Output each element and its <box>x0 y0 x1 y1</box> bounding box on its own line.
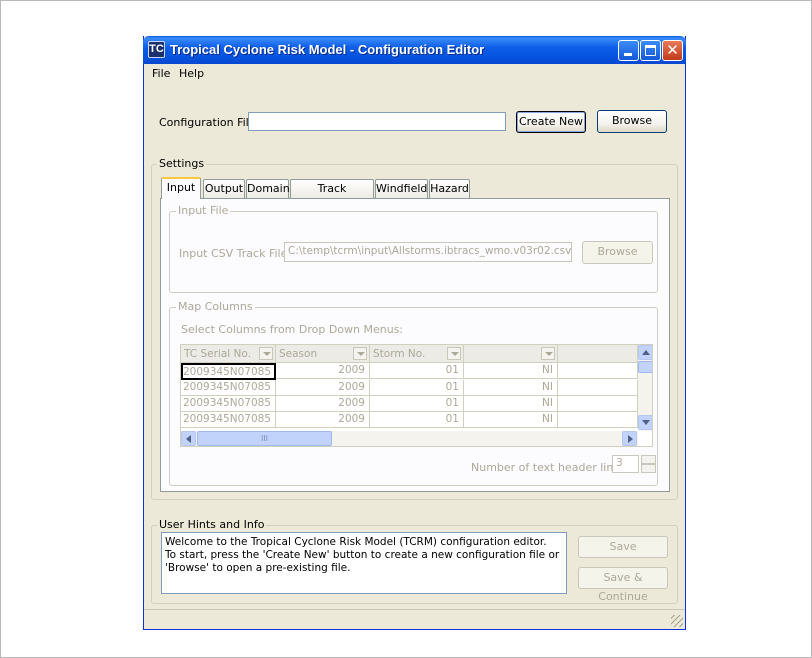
hints-line: To start, press the 'Create New' button … <box>165 549 560 561</box>
app-icon: TC <box>148 41 165 58</box>
column-grid: TC Serial No. Season Storm No. 2009345N0… <box>180 344 653 447</box>
main-window: TC Tropical Cyclone Risk Model - Configu… <box>143 36 686 630</box>
create-new-button[interactable]: Create New <box>516 111 586 133</box>
chevron-down-icon[interactable] <box>541 347 555 360</box>
grid-cell[interactable]: 2009 <box>276 380 370 396</box>
grid-cell[interactable]: NI <box>464 412 558 428</box>
tab-input[interactable]: Input <box>161 177 201 199</box>
save-continue-button[interactable]: Save & Continue <box>578 567 668 603</box>
status-bar <box>144 609 685 629</box>
spin-up-button[interactable] <box>641 455 656 464</box>
column-header-label: TC Serial No. <box>184 348 251 360</box>
grid-cell[interactable]: 01 <box>370 396 464 412</box>
menu-file[interactable]: File <box>149 66 173 81</box>
save-button[interactable]: Save <box>578 536 668 558</box>
input-file-title: Input File <box>176 204 231 217</box>
close-button[interactable]: ✕ <box>662 40 683 61</box>
tab-domain[interactable]: Domain <box>246 179 290 198</box>
grid-cell[interactable]: 01 <box>370 380 464 396</box>
grid-cell-selected[interactable]: 2009345N07085 <box>181 363 276 380</box>
chevron-left-icon <box>186 435 191 443</box>
scroll-right-button[interactable] <box>622 431 637 446</box>
grid-cell[interactable]: 2009 <box>276 363 370 379</box>
grid-cell[interactable]: 01 <box>370 363 464 379</box>
tab-hazard[interactable]: Hazard <box>429 179 470 198</box>
map-columns-instruction: Select Columns from Drop Down Menus: <box>181 323 404 336</box>
resize-grip-icon[interactable] <box>671 615 683 627</box>
grid-cell[interactable] <box>558 412 638 428</box>
hints-text-area[interactable]: Welcome to the Tropical Cyclone Risk Mod… <box>161 532 567 594</box>
grid-cell[interactable]: 2009345N07085 <box>181 380 276 396</box>
input-tab-panel: Input File Input CSV Track File: C:\temp… <box>160 198 670 492</box>
hints-line: Welcome to the Tropical Cyclone Risk Mod… <box>165 536 547 548</box>
close-icon: ✕ <box>666 41 679 59</box>
maximize-button[interactable] <box>640 40 661 61</box>
grid-cell[interactable]: 2009 <box>276 396 370 412</box>
header-lines-input[interactable]: 3 <box>612 455 639 473</box>
grid-vertical-scrollbar[interactable] <box>638 345 652 431</box>
hints-title: User Hints and Info <box>157 518 267 531</box>
maximize-icon <box>645 45 656 56</box>
grid-cell[interactable]: NI <box>464 396 558 412</box>
hints-line: 'Browse' to open a pre-existing file. <box>165 562 351 574</box>
config-file-label: Configuration File: <box>159 116 260 129</box>
input-csv-field[interactable]: C:\temp\tcrm\input\Allstorms.ibtracs_wmo… <box>284 242 572 262</box>
minimize-icon <box>624 53 632 56</box>
header-lines-label: Number of text header lines: <box>471 461 630 474</box>
grid-cell[interactable] <box>558 380 638 396</box>
column-header-5[interactable] <box>558 345 638 363</box>
menu-help[interactable]: Help <box>176 66 207 81</box>
minimize-button[interactable] <box>618 40 639 61</box>
chevron-right-icon <box>628 435 633 443</box>
grid-cell[interactable]: 2009345N07085 <box>181 396 276 412</box>
chevron-up-icon <box>642 350 650 355</box>
input-csv-browse-button[interactable]: Browse <box>582 241 653 264</box>
chevron-down-icon <box>642 420 650 425</box>
window-title: Tropical Cyclone Risk Model - Configurat… <box>170 42 485 57</box>
chevron-down-icon[interactable] <box>353 347 367 360</box>
grid-cell[interactable] <box>558 363 638 379</box>
vertical-scroll-thumb[interactable] <box>638 361 652 373</box>
chevron-down-icon[interactable] <box>259 347 273 360</box>
spin-down-button[interactable] <box>641 464 656 473</box>
map-columns-title: Map Columns <box>176 300 255 313</box>
input-csv-label: Input CSV Track File: <box>179 247 292 260</box>
column-header-label: Season <box>279 348 318 360</box>
scroll-down-button[interactable] <box>638 415 652 430</box>
column-header-1[interactable]: TC Serial No. <box>181 345 276 363</box>
tab-output[interactable]: Output <box>203 179 245 198</box>
grid-cell[interactable]: 01 <box>370 412 464 428</box>
tab-track-generator[interactable]: Track Generator <box>290 179 374 212</box>
grid-cell[interactable]: 2009 <box>276 412 370 428</box>
column-header-2[interactable]: Season <box>276 345 370 363</box>
chevron-down-icon[interactable] <box>447 347 461 360</box>
title-bar[interactable]: TC Tropical Cyclone Risk Model - Configu… <box>143 36 686 64</box>
column-header-4[interactable] <box>464 345 558 363</box>
column-header-3[interactable]: Storm No. <box>370 345 464 363</box>
grid-cell[interactable] <box>558 396 638 412</box>
settings-title: Settings <box>157 157 207 170</box>
menu-bar: File Help <box>144 64 685 83</box>
config-file-input[interactable] <box>248 112 506 131</box>
config-browse-button[interactable]: Browse <box>597 110 667 133</box>
horizontal-scroll-thumb[interactable]: III <box>197 431 332 446</box>
grid-cell[interactable]: 2009345N07085 <box>181 412 276 428</box>
header-lines-spinner[interactable] <box>641 455 656 473</box>
grid-horizontal-scrollbar[interactable]: III <box>181 431 638 446</box>
scroll-up-button[interactable] <box>638 345 652 360</box>
scroll-left-button[interactable] <box>181 431 196 446</box>
tab-windfield[interactable]: Windfield <box>375 179 428 198</box>
grid-cell[interactable]: NI <box>464 363 558 379</box>
grid-cell[interactable]: NI <box>464 380 558 396</box>
column-header-label: Storm No. <box>373 348 426 360</box>
